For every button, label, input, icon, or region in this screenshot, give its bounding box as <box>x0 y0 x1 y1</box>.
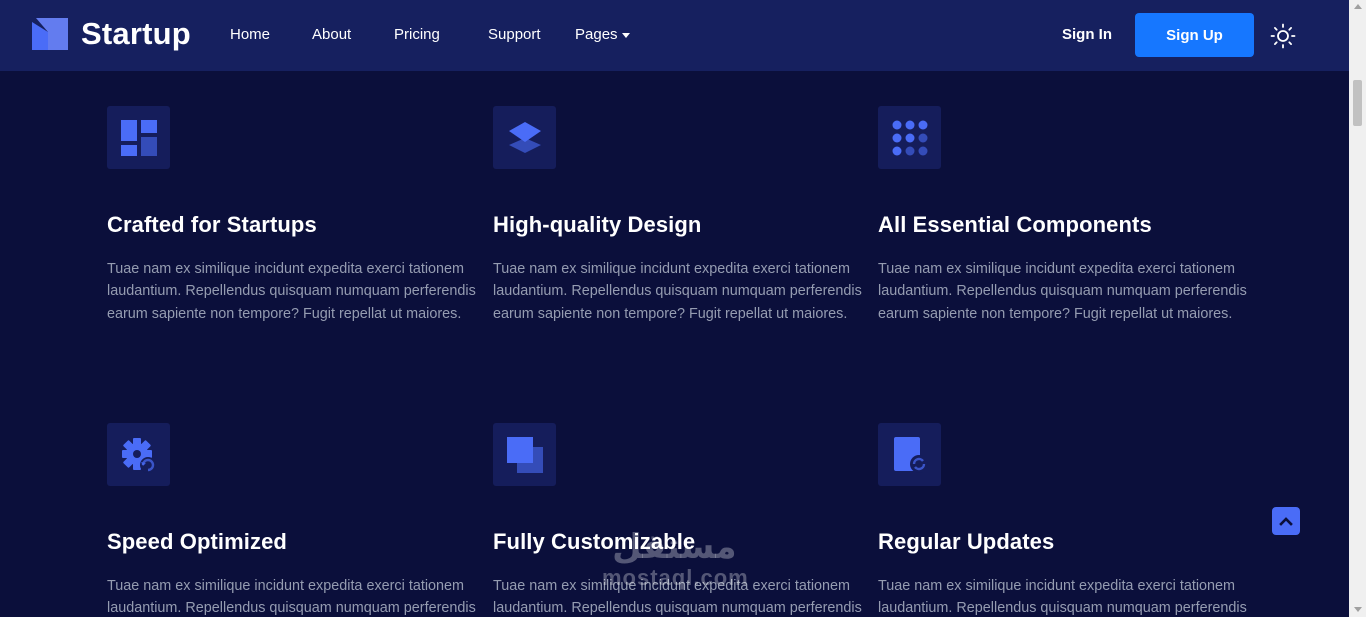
feature-title: Fully Customizable <box>493 529 696 554</box>
brand-logo[interactable]: Startup <box>32 16 191 52</box>
nav-pages-dropdown[interactable]: Pages <box>575 26 630 43</box>
feature-card: Fully Customizable Tuae nam ex similique… <box>493 423 865 617</box>
feature-title: Regular Updates <box>878 529 1055 554</box>
feature-text: Tuae nam ex similique incidunt expedita … <box>878 578 1247 617</box>
feature-text: Tuae nam ex similique incidunt expedita … <box>107 578 476 617</box>
feature-card: Speed Optimized Tuae nam ex similique in… <box>107 423 479 617</box>
nav-pricing[interactable]: Pricing <box>394 26 440 43</box>
feature-text: Tuae nam ex similique incidunt expedita … <box>493 578 862 617</box>
brand-name: Startup <box>81 16 191 51</box>
feature-title: Speed Optimized <box>107 529 287 554</box>
feature-icon-box <box>493 423 556 486</box>
gear-refresh-icon <box>121 437 156 473</box>
scroll-down-arrow-icon[interactable] <box>1354 607 1362 612</box>
startup-logo-icon <box>32 18 68 50</box>
feature-text: Tuae nam ex similique incidunt expedita … <box>493 261 862 322</box>
feature-text: Tuae nam ex similique incidunt expedita … <box>107 261 476 322</box>
feature-title: Crafted for Startups <box>107 212 317 237</box>
feature-icon-box <box>878 423 941 486</box>
feature-card: Crafted for Startups Tuae nam ex similiq… <box>107 106 479 325</box>
feature-title: All Essential Components <box>878 212 1152 237</box>
feature-text: Tuae nam ex similique incidunt expedita … <box>878 261 1247 322</box>
navbar: Startup Home About Pricing Support Pages… <box>0 0 1349 71</box>
scrollbar[interactable] <box>1349 0 1366 617</box>
feature-card: Regular Updates Tuae nam ex similique in… <box>878 423 1250 617</box>
sign-up-button[interactable]: Sign Up <box>1135 13 1254 57</box>
scroll-up-arrow-icon[interactable] <box>1354 4 1362 9</box>
sun-icon[interactable] <box>1270 23 1296 49</box>
nav-about[interactable]: About <box>312 26 351 43</box>
document-sync-icon <box>893 436 928 473</box>
nav-support[interactable]: Support <box>488 26 541 43</box>
scrollbar-thumb[interactable] <box>1353 80 1362 126</box>
dots-grid-icon <box>892 120 927 155</box>
layers-icon <box>508 121 541 153</box>
sign-in-link[interactable]: Sign In <box>1062 26 1112 43</box>
nav-home[interactable]: Home <box>230 26 270 43</box>
feature-icon-box <box>107 106 170 169</box>
feature-card: High-quality Design Tuae nam ex similiqu… <box>493 106 865 325</box>
feature-icon-box <box>107 423 170 486</box>
feature-card: All Essential Components Tuae nam ex sim… <box>878 106 1250 325</box>
back-to-top-button[interactable] <box>1272 507 1300 535</box>
layout-grid-icon <box>120 119 157 156</box>
chevron-up-icon <box>1279 517 1293 526</box>
feature-icon-box <box>493 106 556 169</box>
feature-icon-box <box>878 106 941 169</box>
feature-title: High-quality Design <box>493 212 702 237</box>
stacked-squares-icon <box>506 436 543 473</box>
